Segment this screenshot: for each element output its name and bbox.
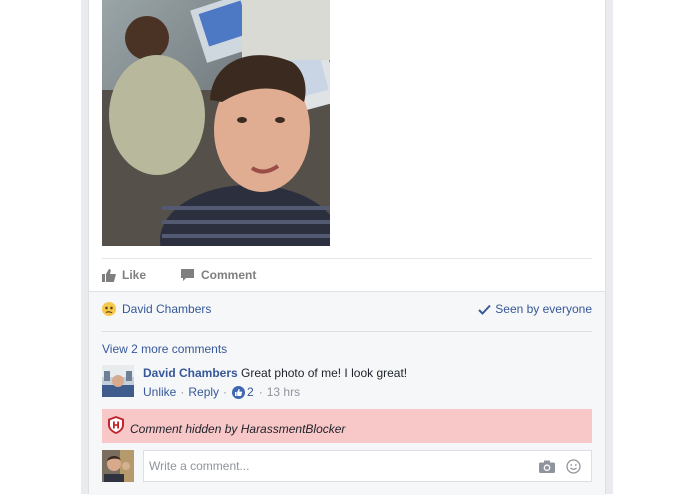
- reactor-name[interactable]: David Chambers: [122, 302, 211, 316]
- hidden-comment-notice: Comment hidden by HarassmentBlocker: [102, 409, 592, 443]
- page-gutter-left: [81, 0, 88, 494]
- comment-icon: [181, 268, 195, 281]
- comment-text: Great photo of me! I look great!: [241, 366, 408, 380]
- view-more-comments-link[interactable]: View 2 more comments: [102, 342, 227, 356]
- meta-separator: ·: [223, 385, 228, 399]
- reactions-row: David Chambers Seen by everyone: [102, 302, 592, 320]
- comments-divider: [102, 331, 592, 332]
- seen-label: Seen by everyone: [495, 302, 592, 316]
- feedback-section: David Chambers Seen by everyone View 2 m…: [89, 291, 605, 495]
- hidden-notice-text: Comment hidden by HarassmentBlocker: [130, 422, 346, 436]
- page-gutter-right: [606, 0, 613, 494]
- comment-item: David Chambers Great photo of me! I look…: [102, 365, 592, 401]
- confused-emoji-icon: [102, 302, 116, 316]
- comment-like-count[interactable]: 2: [232, 385, 254, 399]
- like-button[interactable]: Like: [102, 268, 146, 282]
- checkmark-icon: [478, 304, 491, 315]
- comment-timestamp[interactable]: 13 hrs: [267, 385, 300, 399]
- camera-icon[interactable]: [539, 460, 555, 473]
- comment-composer: [102, 450, 592, 484]
- comment-input-box[interactable]: [143, 450, 592, 482]
- composer-avatar[interactable]: [102, 450, 134, 482]
- comment-body: David Chambers Great photo of me! I look…: [143, 366, 407, 399]
- action-divider: [102, 258, 592, 259]
- meta-separator: ·: [258, 385, 263, 399]
- like-label: Like: [122, 268, 147, 282]
- like-badge-icon: [232, 385, 246, 399]
- comment-label: Comment: [201, 268, 257, 282]
- meta-separator: ·: [180, 385, 185, 399]
- unlike-link[interactable]: Unlike: [143, 385, 176, 399]
- emoji-smile-icon[interactable]: [566, 459, 581, 474]
- reaction-summary[interactable]: David Chambers: [102, 302, 211, 316]
- comment-author[interactable]: David Chambers: [143, 366, 238, 380]
- post-card: Like Comment David Chambers Seen by ever…: [88, 0, 606, 495]
- comment-meta: Unlike · Reply · 2 · 13 hrs: [143, 385, 407, 399]
- thumbs-up-icon: [102, 268, 116, 282]
- like-count: 2: [247, 385, 254, 399]
- comment-button[interactable]: Comment: [181, 268, 256, 282]
- seen-by[interactable]: Seen by everyone: [478, 302, 592, 316]
- harassment-blocker-shield-icon: [108, 416, 124, 434]
- comment-avatar[interactable]: [102, 365, 134, 397]
- post-actions: Like Comment: [102, 266, 256, 284]
- comment-input[interactable]: [149, 457, 519, 475]
- reply-link[interactable]: Reply: [188, 385, 219, 399]
- post-photo[interactable]: [102, 0, 330, 246]
